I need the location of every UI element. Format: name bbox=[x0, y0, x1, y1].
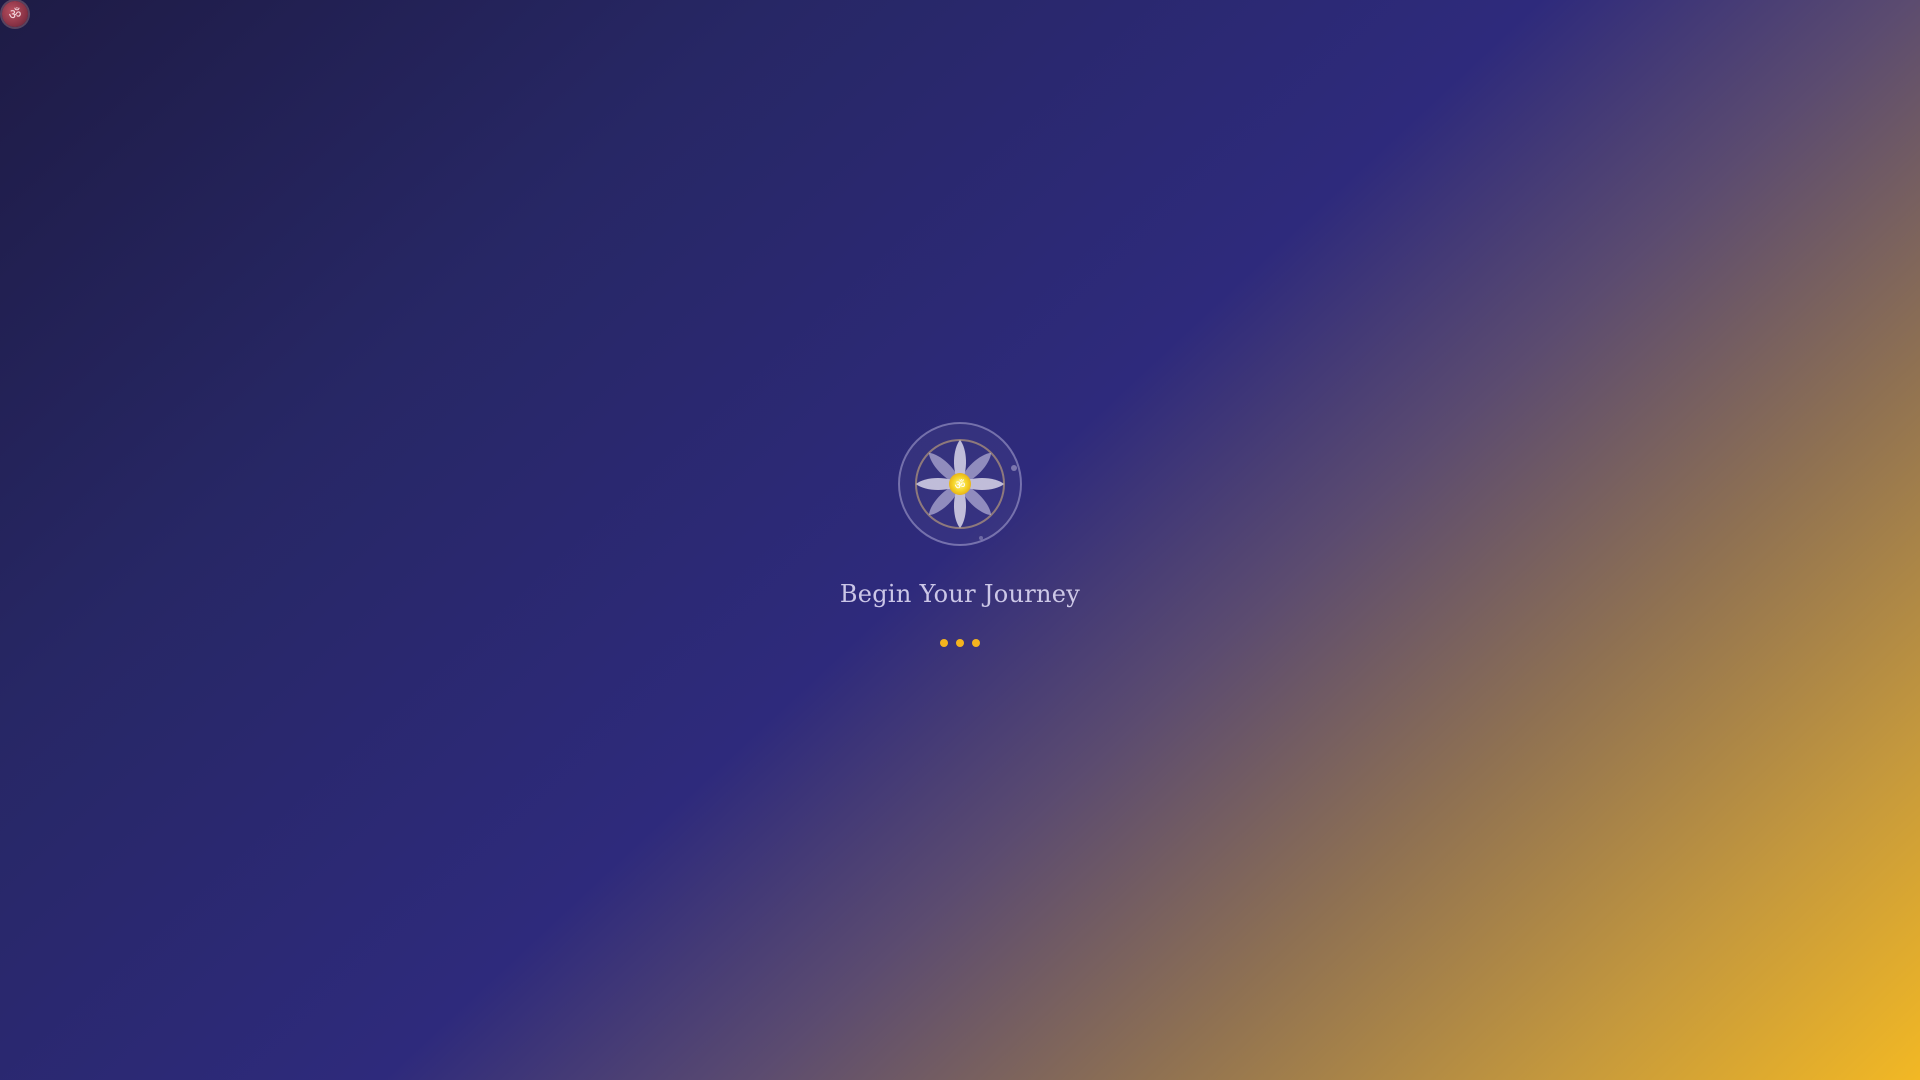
orbit-dot bbox=[1011, 465, 1017, 471]
lotus-emblem-icon: ॐ bbox=[898, 422, 1022, 546]
orbit-dot-small bbox=[979, 536, 983, 540]
loading-dot bbox=[972, 639, 980, 647]
loading-dot bbox=[940, 639, 948, 647]
om-center-glyph: ॐ bbox=[955, 478, 966, 492]
loading-dot bbox=[956, 639, 964, 647]
loading-indicator bbox=[0, 639, 1920, 647]
page-title: Begin Your Journey bbox=[839, 580, 1081, 608]
splash-content: ॐ Begin Your Journey bbox=[0, 0, 1920, 1080]
splash-screen: { "splash": { "title": "Begin Your Journ… bbox=[0, 0, 1920, 1080]
